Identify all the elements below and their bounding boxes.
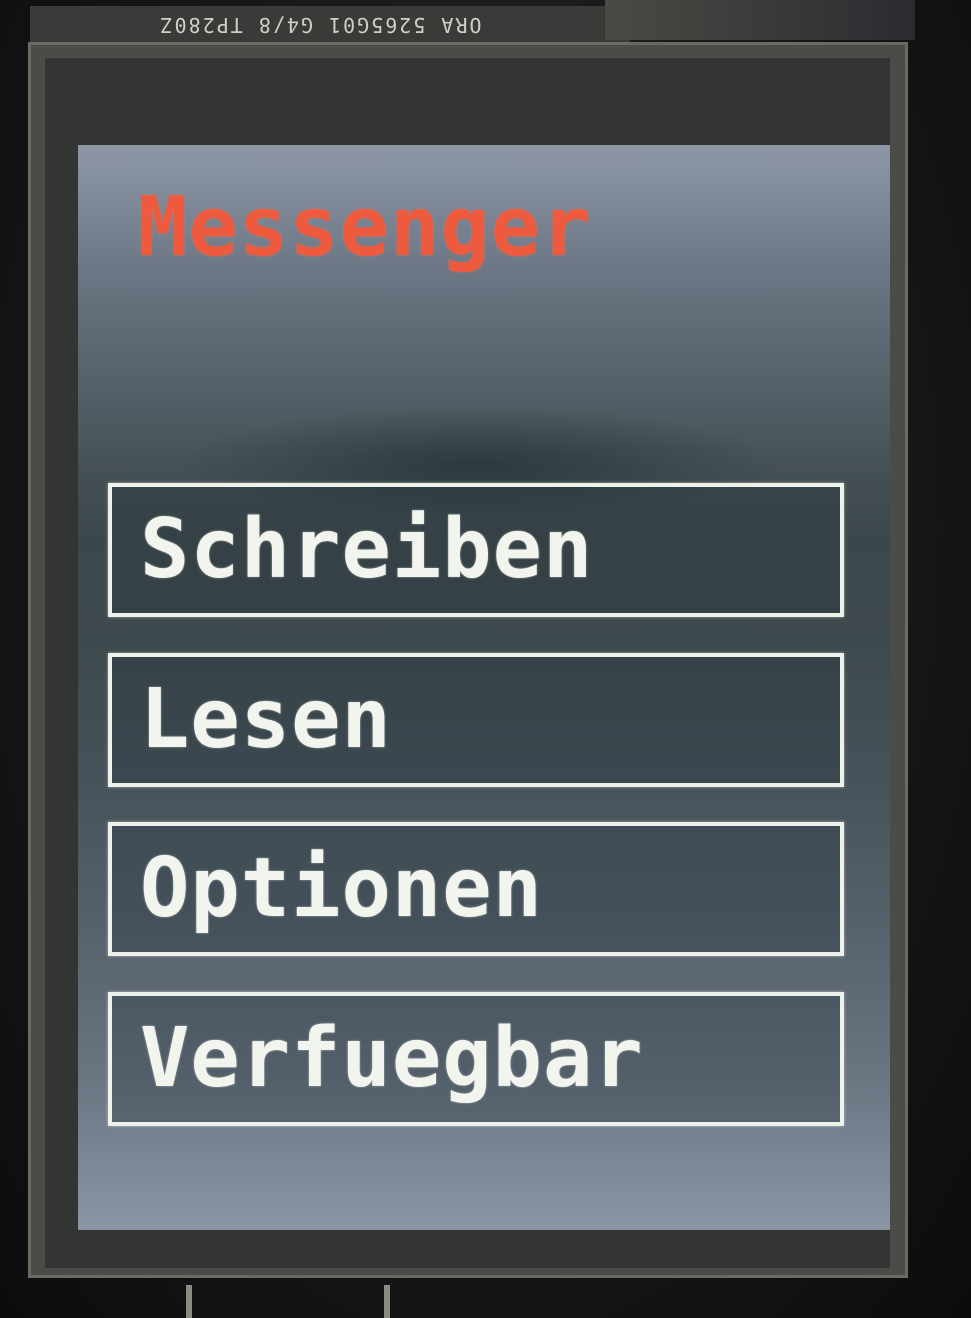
menu-button-label: Optionen	[140, 841, 543, 936]
menu-button-lesen[interactable]: Lesen	[108, 653, 844, 787]
menu-button-label: Lesen	[140, 672, 392, 767]
menu-button-label: Verfuegbar	[140, 1011, 644, 1106]
ribbon-connector-left	[186, 1285, 192, 1318]
app-title: Messenger	[138, 180, 592, 275]
menu-button-verfuegbar[interactable]: Verfuegbar	[108, 992, 844, 1126]
menu-button-label: Schreiben	[140, 502, 594, 597]
menu-button-schreiben[interactable]: Schreiben	[108, 483, 844, 617]
pcb-edge-right	[605, 0, 915, 40]
pcb-silkscreen-label: ORA 5265G01 G4/8 TP280Z	[158, 13, 482, 37]
lcd-screen: Messenger Schreiben Lesen Optionen Verfu…	[78, 145, 890, 1230]
tft-display-module: ORA 5265G01 G4/8 TP280Z Messenger Schrei…	[0, 0, 971, 1318]
ribbon-connector-right	[384, 1285, 390, 1318]
menu-button-optionen[interactable]: Optionen	[108, 822, 844, 956]
